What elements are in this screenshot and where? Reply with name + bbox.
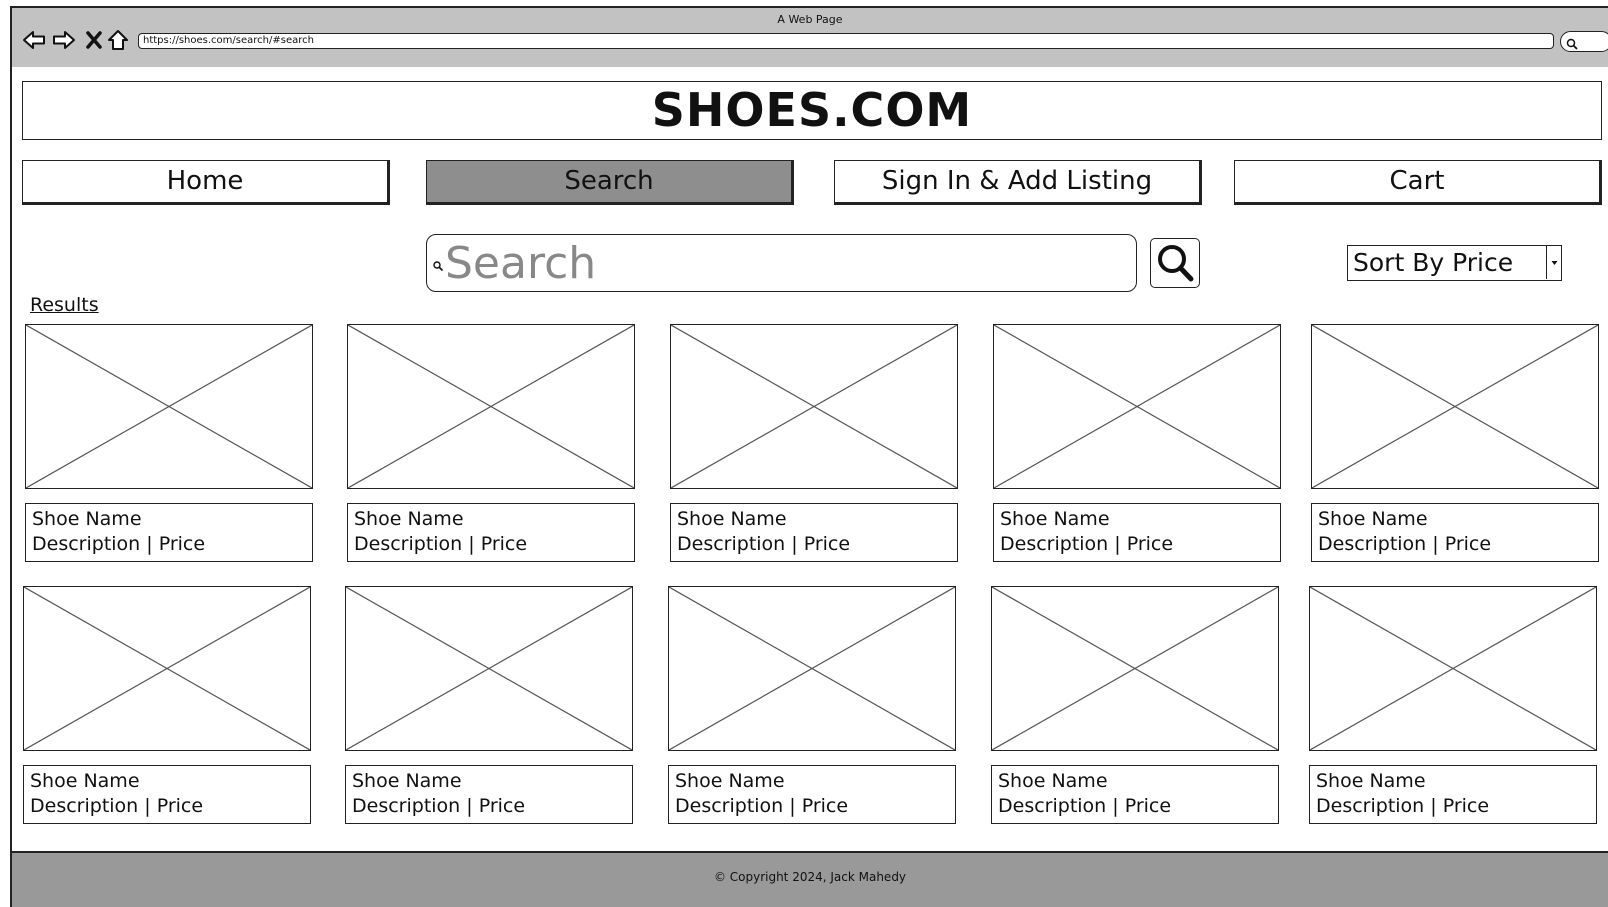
shoe-image-placeholder[interactable] (991, 586, 1279, 751)
shoe-name: Shoe Name (998, 770, 1108, 792)
window-title: A Web Page (777, 13, 843, 26)
forward-arrow-icon[interactable] (52, 28, 76, 52)
site-title: SHOES.COM (651, 83, 973, 137)
nav-cart-button[interactable]: Cart (1234, 160, 1602, 205)
shoe-image-placeholder[interactable] (23, 586, 311, 751)
shoe-name: Shoe Name (30, 770, 140, 792)
search-icon (1566, 35, 1578, 50)
shoe-name: Shoe Name (352, 770, 462, 792)
shoe-description-price: Description | Price (30, 795, 204, 817)
sort-dropdown-value: Sort By Price (1353, 248, 1514, 277)
shoe-name: Shoe Name (354, 508, 464, 530)
copyright-text: © Copyright 2024, Jack Mahedy (713, 870, 907, 884)
site-header: SHOES.COM (22, 81, 1602, 140)
shoe-info[interactable]: Shoe Name Description | Price (1309, 765, 1597, 824)
shoe-description-price: Description | Price (354, 533, 528, 555)
shoe-description-price: Description | Price (677, 533, 851, 555)
shoe-image-placeholder[interactable] (1309, 586, 1597, 751)
shoe-name: Shoe Name (1318, 508, 1428, 530)
nav-home-button[interactable]: Home (22, 160, 390, 205)
shoe-name: Shoe Name (32, 508, 142, 530)
nav-search-button[interactable]: Search (426, 160, 794, 205)
footer: © Copyright 2024, Jack Mahedy (10, 851, 1608, 907)
shoe-info[interactable]: Shoe Name Description | Price (23, 765, 311, 824)
shoe-image-placeholder[interactable] (670, 324, 958, 489)
shoe-info[interactable]: Shoe Name Description | Price (1311, 503, 1599, 562)
shoe-description-price: Description | Price (352, 795, 526, 817)
browser-search-field[interactable] (1560, 31, 1608, 52)
sort-dropdown[interactable]: Sort By Price (1347, 245, 1562, 281)
shoe-name: Shoe Name (1316, 770, 1426, 792)
shoe-description-price: Description | Price (998, 795, 1172, 817)
chevron-down-icon[interactable] (1546, 246, 1561, 279)
shoe-image-placeholder[interactable] (347, 324, 635, 489)
shoe-info[interactable]: Shoe Name Description | Price (991, 765, 1279, 824)
shoe-image-placeholder[interactable] (1311, 324, 1599, 489)
back-arrow-icon[interactable] (22, 28, 46, 52)
search-input[interactable] (445, 240, 1125, 286)
shoe-info[interactable]: Shoe Name Description | Price (993, 503, 1281, 562)
shoe-info[interactable]: Shoe Name Description | Price (668, 765, 956, 824)
shoe-image-placeholder[interactable] (25, 324, 313, 489)
shoe-image-placeholder[interactable] (345, 586, 633, 751)
shoe-info[interactable]: Shoe Name Description | Price (670, 503, 958, 562)
shoe-description-price: Description | Price (1316, 795, 1490, 817)
shoe-name: Shoe Name (1000, 508, 1110, 530)
url-bar[interactable]: https://shoes.com/search/#search (138, 33, 1554, 49)
results-heading: Results (30, 294, 99, 316)
search-box (426, 234, 1137, 292)
shoe-description-price: Description | Price (32, 533, 206, 555)
shoe-info[interactable]: Shoe Name Description | Price (345, 765, 633, 824)
nav-sign-in-add-listing-button[interactable]: Sign In & Add Listing (834, 160, 1202, 205)
shoe-description-price: Description | Price (1000, 533, 1174, 555)
search-icon (1155, 243, 1195, 283)
close-icon[interactable] (82, 28, 106, 52)
shoe-info[interactable]: Shoe Name Description | Price (25, 503, 313, 562)
shoe-image-placeholder[interactable] (668, 586, 956, 751)
shoe-description-price: Description | Price (675, 795, 849, 817)
search-icon (432, 257, 444, 272)
home-icon[interactable] (106, 28, 130, 52)
shoe-image-placeholder[interactable] (993, 324, 1281, 489)
shoe-name: Shoe Name (675, 770, 785, 792)
browser-chrome: A Web Page https://shoes.com/search/#sea… (10, 6, 1608, 67)
shoe-name: Shoe Name (677, 508, 787, 530)
shoe-info[interactable]: Shoe Name Description | Price (347, 503, 635, 562)
search-button[interactable] (1150, 238, 1200, 288)
shoe-description-price: Description | Price (1318, 533, 1492, 555)
